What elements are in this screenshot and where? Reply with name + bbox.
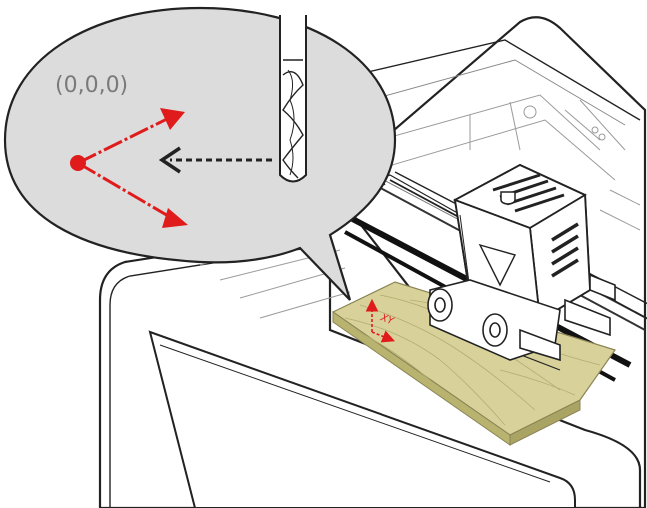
origin-point-icon bbox=[70, 155, 86, 171]
origin-coordinate-label: (0,0,0) bbox=[55, 73, 128, 98]
zoom-callout: (0,0,0) bbox=[3, 6, 397, 301]
cnc-origin-diagram: XY (0,0,0) bbox=[3, 6, 647, 508]
end-mill-icon bbox=[279, 15, 307, 183]
